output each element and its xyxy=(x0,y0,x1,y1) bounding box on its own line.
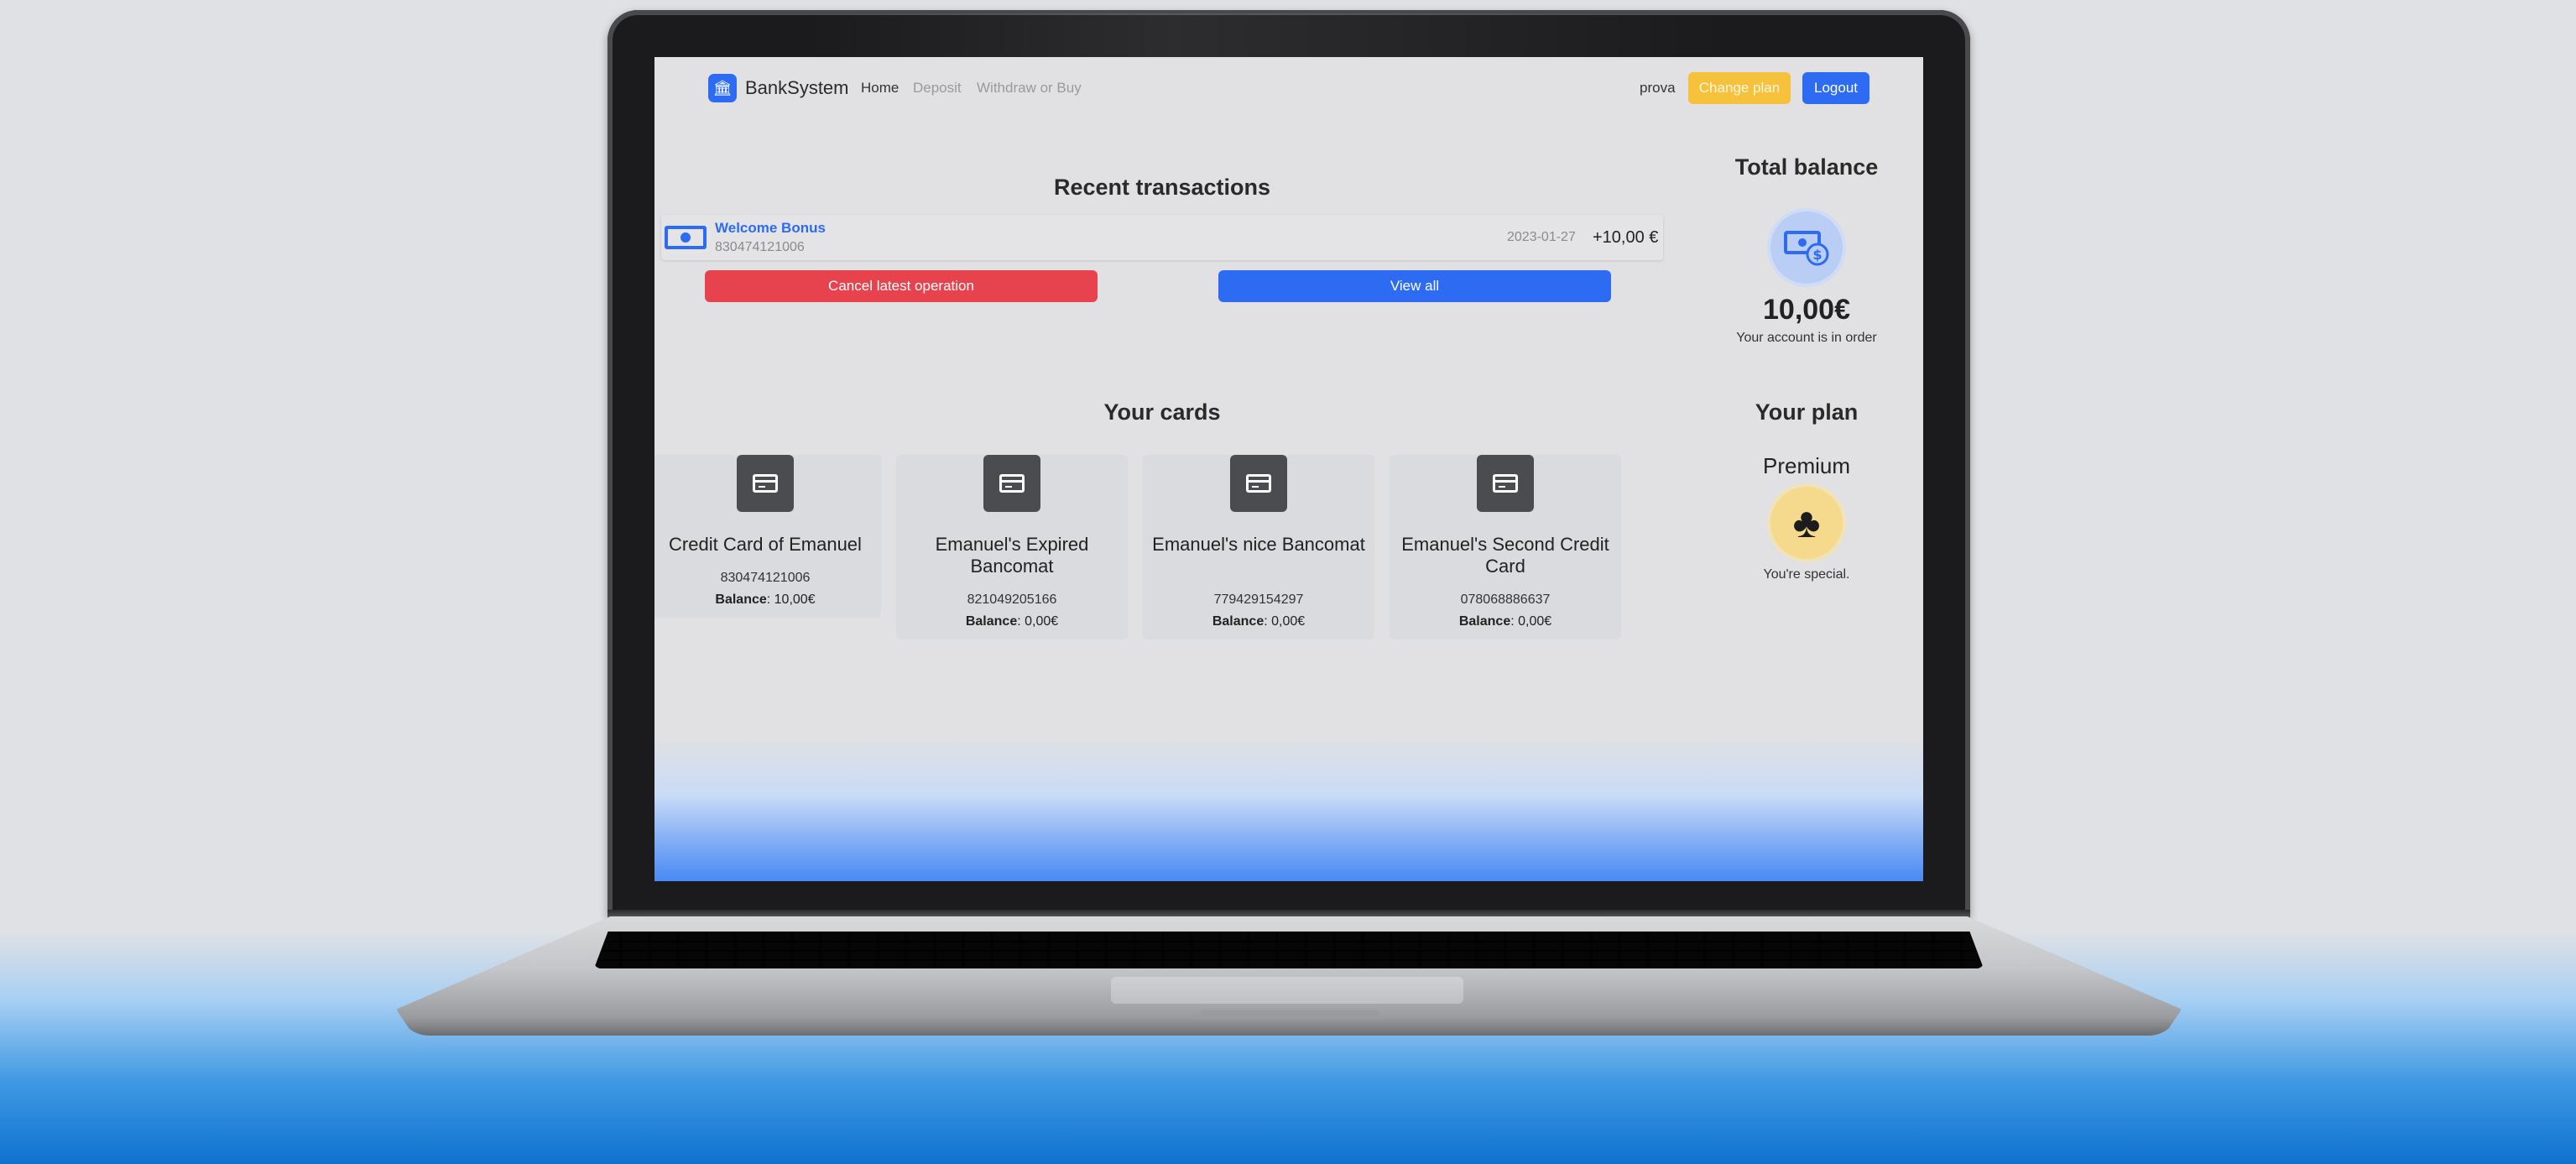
card-number: 779429154297 xyxy=(1213,592,1304,607)
card-name: Credit Card of Emanuel xyxy=(669,534,862,555)
card-number: 821049205166 xyxy=(967,592,1057,607)
money-icon: $ xyxy=(1770,211,1843,284)
your-plan-title: Your plan xyxy=(1755,399,1859,425)
recent-transactions-title: Recent transactions xyxy=(1053,175,1271,200)
card-name: Emanuel's Expired Bancomat xyxy=(935,534,1089,577)
svg-text:$: $ xyxy=(1812,247,1822,263)
card-balance: Balance: 0,00€ xyxy=(1458,614,1552,629)
balance-amount: 10,00€ xyxy=(1763,294,1850,326)
transaction-amount: +10,00 € xyxy=(1593,228,1659,247)
plan-note: You're special. xyxy=(1763,567,1850,582)
card-name: Emanuel's nice Bancomat xyxy=(1152,534,1365,555)
money-bill-dollar-icon: $ xyxy=(1784,231,1829,266)
card-name: Emanuel's Second Credit Card xyxy=(1401,534,1609,577)
brand-name[interactable]: BankSystem xyxy=(745,77,849,99)
transaction-row[interactable]: Welcome Bonus 830474121006 2023-01-27 +1… xyxy=(661,215,1663,260)
nav-withdraw-or-buy[interactable]: Withdraw or Buy xyxy=(977,80,1082,97)
card-balance: Balance: 10,00€ xyxy=(715,592,816,607)
club-icon: ♣ xyxy=(1770,487,1843,559)
card-item[interactable]: Emanuel's Second Credit Card 07806888663… xyxy=(1390,455,1621,639)
credit-card-icon xyxy=(1477,455,1534,512)
nav-deposit[interactable]: Deposit xyxy=(913,80,962,97)
card-item[interactable]: Credit Card of Emanuel 830474121006 Bala… xyxy=(654,455,881,618)
navbar: 🏛 BankSystem Home Deposit Withdraw or Bu… xyxy=(654,57,1923,121)
total-balance-title: Total balance xyxy=(1734,154,1879,180)
laptop-touchpad xyxy=(1111,977,1463,1004)
credit-card-icon xyxy=(1230,455,1287,512)
logout-button[interactable]: Logout xyxy=(1802,72,1869,104)
view-all-button[interactable]: View all xyxy=(1218,270,1611,302)
app-screen: 🏛 BankSystem Home Deposit Withdraw or Bu… xyxy=(654,57,1923,881)
banknote-icon xyxy=(665,226,707,249)
username: prova xyxy=(1640,80,1676,96)
card-balance: Balance: 0,00€ xyxy=(965,614,1059,629)
card-number: 830474121006 xyxy=(720,571,811,585)
card-item[interactable]: Emanuel's nice Bancomat 779429154297 Bal… xyxy=(1143,455,1374,639)
nav-home[interactable]: Home xyxy=(861,80,899,97)
bank-icon[interactable]: 🏛 xyxy=(708,74,737,102)
transaction-account: 830474121006 xyxy=(715,240,805,254)
card-number: 078068886637 xyxy=(1460,592,1551,607)
credit-card-icon xyxy=(983,455,1040,512)
change-plan-button[interactable]: Change plan xyxy=(1688,72,1791,104)
transaction-date: 2023-01-27 xyxy=(1507,230,1576,244)
card-balance: Balance: 0,00€ xyxy=(1212,614,1306,629)
your-cards-title: Your cards xyxy=(1103,399,1221,425)
laptop-keyboard xyxy=(594,932,1984,968)
card-item[interactable]: Emanuel's Expired Bancomat 821049205166 … xyxy=(896,455,1128,639)
transaction-title[interactable]: Welcome Bonus xyxy=(715,220,826,237)
balance-note: Your account is in order xyxy=(1736,331,1877,345)
credit-card-icon xyxy=(737,455,794,512)
screen-glare xyxy=(806,13,1729,57)
plan-name: Premium xyxy=(1762,453,1850,478)
cancel-latest-operation-button[interactable]: Cancel latest operation xyxy=(705,270,1098,302)
laptop-lip xyxy=(1200,1010,1379,1019)
